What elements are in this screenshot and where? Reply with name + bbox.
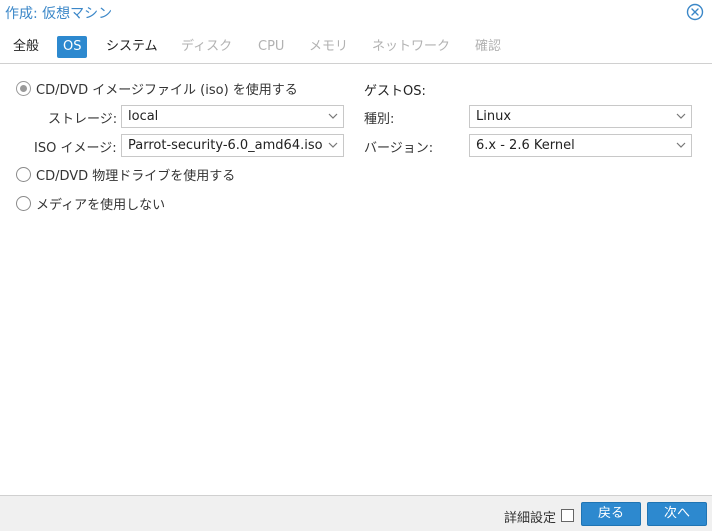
tab-disk: ディスク <box>181 39 233 54</box>
back-button[interactable]: 戻る <box>581 502 641 526</box>
tab-general[interactable]: 全般 <box>7 36 45 58</box>
storage-label: ストレージ: <box>48 112 118 127</box>
tab-system[interactable]: システム <box>100 36 164 58</box>
physical-drive-option[interactable]: CD/DVD 物理ドライブを使用する <box>16 165 236 184</box>
chevron-down-icon <box>676 142 686 148</box>
chevron-down-icon <box>328 113 338 119</box>
iso-image-option[interactable]: CD/DVD イメージファイル (iso) を使用する <box>16 79 298 98</box>
iso-image-value: Parrot-security-6.0_amd64.iso <box>128 138 323 153</box>
storage-select[interactable]: local <box>121 105 344 128</box>
iso-image-label: ISO イメージ: <box>34 141 117 156</box>
tab-cpu: CPU <box>258 39 285 54</box>
iso-image-option-label: CD/DVD イメージファイル (iso) を使用する <box>36 82 298 98</box>
physical-drive-option-label: CD/DVD 物理ドライブを使用する <box>36 168 236 184</box>
iso-image-select[interactable]: Parrot-security-6.0_amd64.iso <box>121 134 344 157</box>
iso-image-radio[interactable] <box>16 80 31 96</box>
os-type-label: 種別: <box>364 112 395 127</box>
os-version-label: バージョン: <box>364 141 434 156</box>
os-version-value: 6.x - 2.6 Kernel <box>476 138 575 153</box>
storage-value: local <box>128 109 159 124</box>
tab-network: ネットワーク <box>372 39 451 54</box>
no-media-radio[interactable] <box>16 195 31 211</box>
tab-memory: メモリ <box>309 39 349 54</box>
tab-confirm: 確認 <box>475 39 502 54</box>
no-media-option-label: メディアを使用しない <box>36 197 166 213</box>
next-button[interactable]: 次へ <box>647 502 707 526</box>
close-icon[interactable] <box>686 3 704 21</box>
os-type-value: Linux <box>476 109 512 124</box>
os-version-select[interactable]: 6.x - 2.6 Kernel <box>469 134 692 157</box>
window-title: 作成: 仮想マシン <box>5 6 113 22</box>
chevron-down-icon <box>328 142 338 148</box>
advanced-settings-label: 詳細設定 <box>504 511 557 526</box>
no-media-option[interactable]: メディアを使用しない <box>16 194 166 213</box>
dialog-footer: 詳細設定 戻る 次へ <box>0 495 712 531</box>
window-titlebar: 作成: 仮想マシン <box>0 0 712 24</box>
advanced-settings-checkbox[interactable] <box>561 509 574 522</box>
chevron-down-icon <box>676 113 686 119</box>
guest-os-heading: ゲストOS: <box>364 84 426 99</box>
os-type-select[interactable]: Linux <box>469 105 692 128</box>
tab-bar: 全般 OS システム ディスク CPU メモリ ネットワーク 確認 <box>0 32 712 64</box>
tab-os[interactable]: OS <box>57 36 88 58</box>
os-panel: CD/DVD イメージファイル (iso) を使用する ストレージ: local… <box>0 65 712 495</box>
physical-drive-radio[interactable] <box>16 166 31 182</box>
